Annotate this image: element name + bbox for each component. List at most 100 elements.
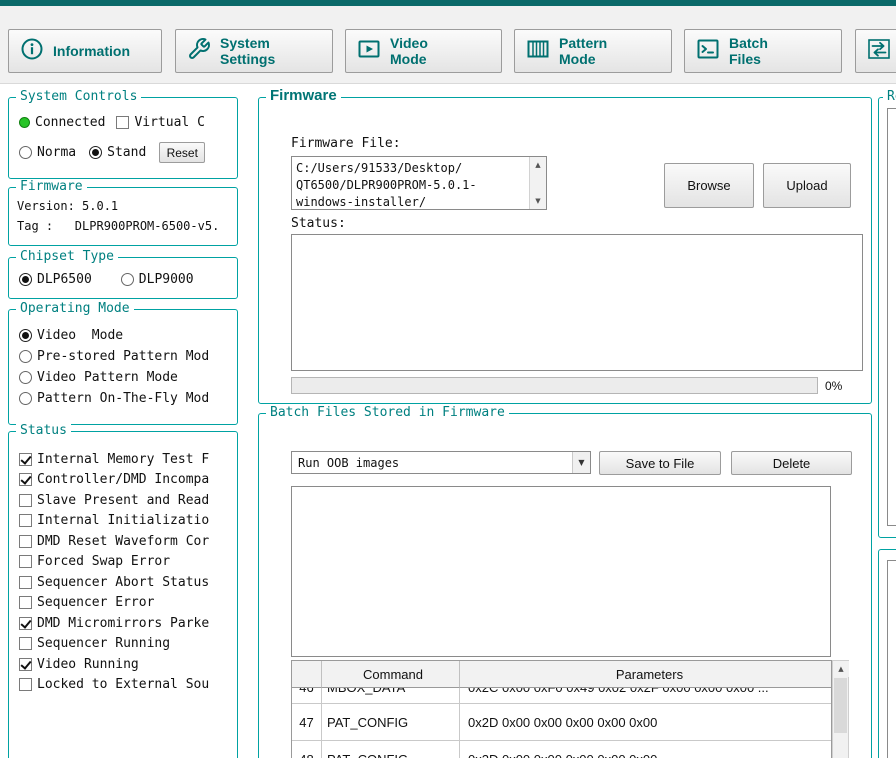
group-title: Chipset Type xyxy=(16,249,118,264)
status-checkbox[interactable] xyxy=(19,514,32,527)
toolbar-button-label: System Settings xyxy=(220,35,275,67)
batch-files-group: Batch Files Stored in Firmware Run OOB i… xyxy=(258,405,872,758)
dlp9000-radio[interactable] xyxy=(120,273,134,286)
status-item-label: Internal Memory Test F xyxy=(37,452,210,467)
toolbar-button-partial[interactable] xyxy=(855,29,896,73)
normal-mode-radio[interactable] xyxy=(19,146,32,159)
batch-files-group-title: Batch Files Stored in Firmware xyxy=(266,405,509,420)
pattern-mode-icon xyxy=(526,37,550,66)
operating-mode-option: Video Mode xyxy=(19,328,123,343)
pattern-otf-radio[interactable] xyxy=(19,392,32,405)
toolbar-button-pattern-mode[interactable]: Pattern Mode xyxy=(514,29,672,73)
dlp6500-radio[interactable] xyxy=(19,273,32,286)
right-panel-group-2 xyxy=(878,549,896,758)
status-item-label: Controller/DMD Incompa xyxy=(37,472,210,487)
right-panel-box[interactable] xyxy=(887,108,896,526)
label-line: Mode xyxy=(390,51,427,67)
firmware-version-text: Version: 5.0.1 xyxy=(17,199,119,213)
group-title: System Controls xyxy=(16,89,142,104)
connection-row: Connected Virtual C xyxy=(19,115,205,130)
table-row[interactable]: 48 PAT_CONFIG 0x2D 0x00 0x00 0x00 0x00 0… xyxy=(292,741,831,758)
status-item-label: Sequencer Abort Status xyxy=(37,575,210,590)
firmware-file-label: Firmware File: xyxy=(291,136,401,151)
standby-mode-radio[interactable] xyxy=(89,146,103,159)
status-item: Slave Present and Read xyxy=(19,493,209,508)
batch-command-table: Command Parameters 46 MBOX_DATA 0x2C 0x0… xyxy=(291,660,832,758)
video-mode-icon xyxy=(357,37,381,66)
status-item-label: DMD Reset Waveform Cor xyxy=(37,534,210,549)
table-scrollbar[interactable]: ▲ xyxy=(832,660,849,758)
scroll-down-icon[interactable]: ▼ xyxy=(530,193,546,209)
status-checkbox[interactable] xyxy=(19,555,32,568)
firmware-file-input[interactable]: C:/Users/91533/Desktop/ QT6500/DLPR900PR… xyxy=(291,156,547,210)
reset-button[interactable]: Reset xyxy=(159,142,206,163)
mode-option-label: Video Mode xyxy=(37,328,124,343)
system-controls-body: Connected Virtual C Norma Stand Reset xyxy=(9,98,237,178)
status-checkbox[interactable] xyxy=(19,678,32,691)
params-cell: 0x2C 0x00 0xF0 0x49 0x02 0x2F 0x00 0x00 … xyxy=(460,688,831,703)
batch-files-body: Run OOB images ▼ Save to File Delete Com… xyxy=(259,414,871,758)
status-checkbox[interactable] xyxy=(19,535,32,548)
right-panel-body xyxy=(879,98,896,537)
command-cell: PAT_CONFIG xyxy=(322,741,460,758)
swap-icon xyxy=(867,37,891,66)
scrollbar-thumb[interactable] xyxy=(834,678,847,733)
row-index: 48 xyxy=(299,752,313,758)
virtual-connect-checkbox[interactable] xyxy=(116,116,130,129)
status-item: DMD Micromirrors Parke xyxy=(19,616,209,631)
table-row[interactable]: 46 MBOX_DATA 0x2C 0x00 0xF0 0x49 0x02 0x… xyxy=(292,688,831,704)
status-item: Internal Memory Test F xyxy=(19,452,209,467)
batch-file-dropdown[interactable]: Run OOB images ▼ xyxy=(291,451,591,474)
table-row[interactable]: 47 PAT_CONFIG 0x2D 0x00 0x00 0x00 0x00 0… xyxy=(292,704,831,741)
status-checkbox[interactable] xyxy=(19,473,32,486)
browse-button[interactable]: Browse xyxy=(664,163,754,208)
operating-mode-option: Video Pattern Mode xyxy=(19,370,178,385)
toolbar-button-information[interactable]: Information xyxy=(8,29,162,73)
status-item: Controller/DMD Incompa xyxy=(19,472,209,487)
status-item: Internal Initializatio xyxy=(19,513,209,528)
status-checkbox[interactable] xyxy=(19,617,32,630)
upload-status-output[interactable] xyxy=(291,234,863,371)
status-checkbox[interactable] xyxy=(19,596,32,609)
params-text: 0x2C 0x00 0xF0 0x49 0x02 0x2F 0x00 0x00 … xyxy=(468,688,769,695)
row-index-cell: 48 xyxy=(292,741,322,758)
command-text: PAT_CONFIG xyxy=(327,752,408,758)
status-checkbox[interactable] xyxy=(19,576,32,589)
firmware-file-path: C:/Users/91533/Desktop/ QT6500/DLPR900PR… xyxy=(296,160,527,208)
status-item-label: Locked to External Sou xyxy=(37,677,210,692)
status-checkbox[interactable] xyxy=(19,453,32,466)
scroll-up-icon[interactable]: ▲ xyxy=(833,661,849,677)
status-checkbox[interactable] xyxy=(19,494,32,507)
scroll-up-icon[interactable]: ▲ xyxy=(530,157,546,173)
toolbar-button-batch-files[interactable]: Batch Files xyxy=(684,29,842,73)
firmware-tag-text: Tag : DLPR900PROM-6500-v5. xyxy=(17,219,220,233)
save-to-file-button[interactable]: Save to File xyxy=(599,451,721,475)
app-window: Information System Settings Video Mode P… xyxy=(0,0,896,758)
label-line: Pattern xyxy=(559,35,608,51)
row-index-cell: 47 xyxy=(292,704,322,740)
toolbar-button-system-settings[interactable]: System Settings xyxy=(175,29,333,73)
wrench-icon xyxy=(187,37,211,66)
chipset-row: DLP6500 DLP9000 xyxy=(19,272,194,287)
status-checkbox[interactable] xyxy=(19,637,32,650)
mode-option-label: Pattern On-The-Fly Mod xyxy=(37,391,210,406)
status-item-label: Video Running xyxy=(37,657,139,672)
right-panel-box-2[interactable] xyxy=(887,560,896,758)
video-mode-radio[interactable] xyxy=(19,329,32,342)
upload-button[interactable]: Upload xyxy=(763,163,851,208)
params-cell: 0x2D 0x00 0x00 0x00 0x00 0x00 xyxy=(460,741,831,758)
terminal-icon xyxy=(696,37,720,66)
status-checkbox[interactable] xyxy=(19,658,32,671)
delete-button[interactable]: Delete xyxy=(731,451,852,475)
toolbar-button-video-mode[interactable]: Video Mode xyxy=(345,29,502,73)
dlp9000-label: DLP9000 xyxy=(138,272,194,287)
mode-option-label: Pre-stored Pattern Mod xyxy=(37,349,210,364)
file-input-scrollbar[interactable]: ▲ ▼ xyxy=(529,157,546,209)
status-item: Video Running xyxy=(19,657,139,672)
file-path-line: QT6500/DLPR900PROM-5.0.1- xyxy=(296,178,477,192)
prestored-pattern-radio[interactable] xyxy=(19,350,32,363)
status-item-label: Forced Swap Error xyxy=(37,554,171,569)
batch-output-list[interactable] xyxy=(291,486,831,657)
video-pattern-radio[interactable] xyxy=(19,371,32,384)
firmware-info-body: Version: 5.0.1 Tag : DLPR900PROM-6500-v5… xyxy=(9,188,237,245)
